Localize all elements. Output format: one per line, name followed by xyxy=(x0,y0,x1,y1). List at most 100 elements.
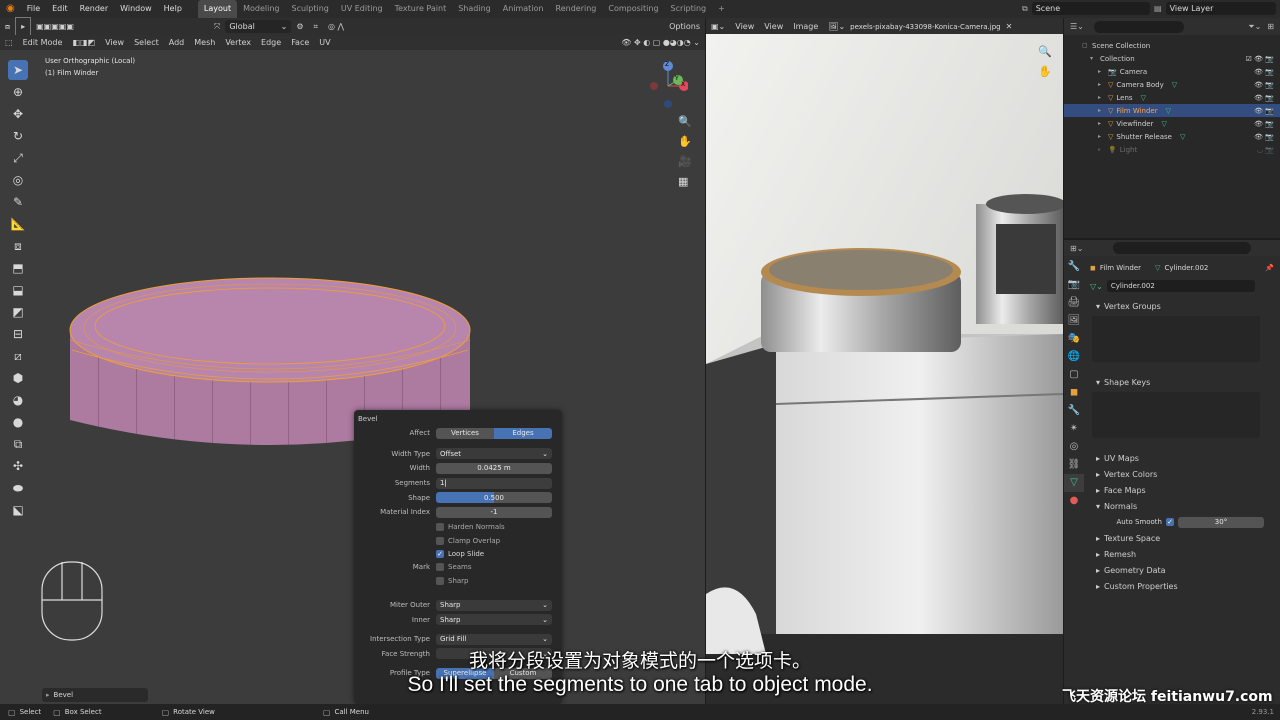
select-box-tool-icon[interactable]: ➤ xyxy=(8,60,28,80)
view-layer-tab-icon[interactable]: 🖼 xyxy=(1064,312,1084,330)
menu-mesh[interactable]: Mesh xyxy=(189,34,220,51)
proportional-edit-icon[interactable]: ◎ ⋀ xyxy=(323,18,349,35)
shading-mode-icons[interactable]: 👁 ✥ ◐ ▢ ●◕◑◔ ⌄ xyxy=(616,34,705,51)
menu-vertex[interactable]: Vertex xyxy=(220,34,256,51)
tab-compositing[interactable]: Compositing xyxy=(602,0,664,18)
navigation-gizmo[interactable]: Z Y X xyxy=(648,58,689,108)
width-field[interactable]: 0.0425 m xyxy=(436,462,552,474)
outliner-item-lens[interactable]: ▸ ▽ Lens ▽ 👁 📷 xyxy=(1064,91,1280,104)
image-name-field[interactable]: pexels-pixabay-433098-Konica-Camera.jpg xyxy=(850,23,1000,31)
loop-cut-tool-icon[interactable]: ⊟ xyxy=(8,324,28,344)
scene-selector[interactable]: ⧉ Scene xyxy=(1022,2,1150,15)
object-tab-icon[interactable]: ◼ xyxy=(1064,384,1084,402)
annotate-tool-icon[interactable]: ✎ xyxy=(8,192,28,212)
menu-edit[interactable]: Edit xyxy=(46,0,74,18)
tab-rendering[interactable]: Rendering xyxy=(550,0,603,18)
shape-keys-list[interactable] xyxy=(1092,392,1260,438)
properties-search-input[interactable] xyxy=(1113,242,1252,254)
add-workspace-icon[interactable]: + xyxy=(712,0,731,18)
image-unlink-icon[interactable]: ✕ xyxy=(1001,18,1018,35)
tab-animation[interactable]: Animation xyxy=(497,0,550,18)
shrink-fatten-tool-icon[interactable]: ✣ xyxy=(8,456,28,476)
knife-tool-icon[interactable]: ⧄ xyxy=(8,346,28,366)
edge-slide-tool-icon[interactable]: ⧉ xyxy=(8,434,28,454)
pivot-icon[interactable]: ⚙ xyxy=(291,18,308,35)
constraints-tab-icon[interactable]: ⛓ xyxy=(1064,456,1084,474)
section-vertex-colors[interactable]: ▸ Vertex Colors xyxy=(1086,466,1280,482)
tab-shading[interactable]: Shading xyxy=(452,0,497,18)
miter-inner-dropdown[interactable]: Sharp ⌄ xyxy=(436,614,552,626)
tab-layout[interactable]: Layout xyxy=(197,0,238,18)
snap-icon[interactable]: ⌗ xyxy=(308,18,323,35)
view-layer-selector[interactable]: ▤ View Layer xyxy=(1154,2,1276,15)
image-pan-icon[interactable]: ✋ xyxy=(1038,62,1052,82)
modifier-tab-icon[interactable]: 🔧 xyxy=(1064,402,1084,420)
menu-view[interactable]: View xyxy=(100,34,129,51)
reference-image-view[interactable]: 🔍 ✋ xyxy=(706,34,1063,704)
material-index-field[interactable]: -1 xyxy=(436,506,552,518)
outliner-item-viewfinder[interactable]: ▸ ▽ Viewfinder ▽ 👁 📷 xyxy=(1064,117,1280,130)
image-menu-view-1[interactable]: View xyxy=(730,18,759,35)
visibility-icons[interactable]: 👁 📷 xyxy=(1254,81,1274,89)
poly-build-tool-icon[interactable]: ⬢ xyxy=(8,368,28,388)
intersection-type-dropdown[interactable]: Grid Fill ⌄ xyxy=(436,633,552,645)
smooth-tool-icon[interactable]: ● xyxy=(8,412,28,432)
view-layer-field[interactable]: View Layer xyxy=(1165,2,1276,15)
menu-uv[interactable]: UV xyxy=(314,34,335,51)
scene-name-field[interactable]: Scene xyxy=(1031,2,1150,15)
mesh-browse-icon[interactable]: ▽⌄ xyxy=(1090,282,1103,291)
editor-type-icon[interactable]: ⧈ xyxy=(0,18,15,35)
viewport-3d[interactable]: User Orthographic (Local) (1) Film Winde… xyxy=(0,50,705,704)
particles-tab-icon[interactable]: ✴ xyxy=(1064,420,1084,438)
outliner-item-light[interactable]: ▸ 💡 Light ◡ 📷 xyxy=(1064,143,1280,156)
visibility-icons[interactable]: 👁 📷 xyxy=(1254,133,1274,141)
cursor-tool-icon[interactable]: ⊕ xyxy=(8,82,28,102)
physics-tab-icon[interactable]: ◎ xyxy=(1064,438,1084,456)
inset-tool-icon[interactable]: ⬓ xyxy=(8,280,28,300)
add-cube-tool-icon[interactable]: ⧈ xyxy=(8,236,28,256)
menu-file[interactable]: File xyxy=(21,0,46,18)
segments-field[interactable]: 1 | xyxy=(436,477,552,489)
grid-toggle-icon[interactable]: ▦ xyxy=(678,172,692,192)
image-browse-icon[interactable]: 🖼⌄ xyxy=(823,18,850,35)
outliner-item-camera-body[interactable]: ▸ ▽ Camera Body ▽ 👁 📷 xyxy=(1064,78,1280,91)
section-texture-space[interactable]: ▸ Texture Space xyxy=(1086,530,1280,546)
image-menu-view-2[interactable]: View xyxy=(759,18,788,35)
visibility-icons[interactable]: 👁 📷 xyxy=(1254,94,1274,102)
visibility-icons[interactable]: 👁 📷 xyxy=(1254,120,1274,128)
camera-view-icon[interactable]: 🎥 xyxy=(678,152,692,172)
auto-smooth-checkbox[interactable]: ✓ xyxy=(1166,518,1174,526)
seams-checkbox[interactable] xyxy=(436,563,444,572)
transform-orientation-dropdown[interactable]: Global ⌄ xyxy=(225,20,292,33)
render-tab-icon[interactable]: 📷 xyxy=(1064,276,1084,294)
tab-uv-editing[interactable]: UV Editing xyxy=(335,0,389,18)
tool-tab-icon[interactable]: 🔧 xyxy=(1064,258,1084,276)
mode-dropdown[interactable]: Edit Mode xyxy=(18,34,68,51)
tab-modeling[interactable]: Modeling xyxy=(237,0,285,18)
tab-scripting[interactable]: Scripting xyxy=(665,0,713,18)
auto-smooth-angle-field[interactable]: 30° xyxy=(1178,516,1264,528)
filter-icon[interactable]: ⏷⌄ xyxy=(1248,22,1261,32)
scale-tool-icon[interactable]: ⤢ xyxy=(8,148,28,168)
menu-help[interactable]: Help xyxy=(158,0,188,18)
section-normals[interactable]: ▾ Normals xyxy=(1086,498,1280,514)
clamp-overlap-checkbox[interactable] xyxy=(436,536,444,545)
section-vertex-groups[interactable]: ▾ Vertex Groups xyxy=(1086,298,1280,314)
shape-slider[interactable]: 0.500 xyxy=(436,492,552,504)
shear-tool-icon[interactable]: ⬬ xyxy=(8,478,28,498)
transform-tool-icon[interactable]: ◎ xyxy=(8,170,28,190)
section-custom-properties[interactable]: ▸ Custom Properties xyxy=(1086,578,1280,594)
menu-window[interactable]: Window xyxy=(114,0,158,18)
affect-edges-button[interactable]: Edges xyxy=(494,427,552,439)
affect-vertices-button[interactable]: Vertices xyxy=(436,427,494,439)
options-button[interactable]: Options xyxy=(664,18,705,35)
mesh-name-field[interactable]: Cylinder.002 xyxy=(1106,280,1255,292)
select-mode-toggle-icons[interactable]: ◧◨◩ xyxy=(67,34,100,51)
outliner-scene-collection[interactable]: ▢ Scene Collection xyxy=(1064,39,1280,52)
outliner-item-camera[interactable]: ▸ 📷 Camera 👁 📷 xyxy=(1064,65,1280,78)
image-menu-image[interactable]: Image xyxy=(788,18,823,35)
extrude-tool-icon[interactable]: ⬒ xyxy=(8,258,28,278)
visibility-icons[interactable]: ☑ 👁 📷 xyxy=(1246,55,1274,63)
image-editor-type-icon[interactable]: ▣⌄ xyxy=(706,18,730,35)
image-zoom-icon[interactable]: 🔍 xyxy=(1038,42,1052,62)
